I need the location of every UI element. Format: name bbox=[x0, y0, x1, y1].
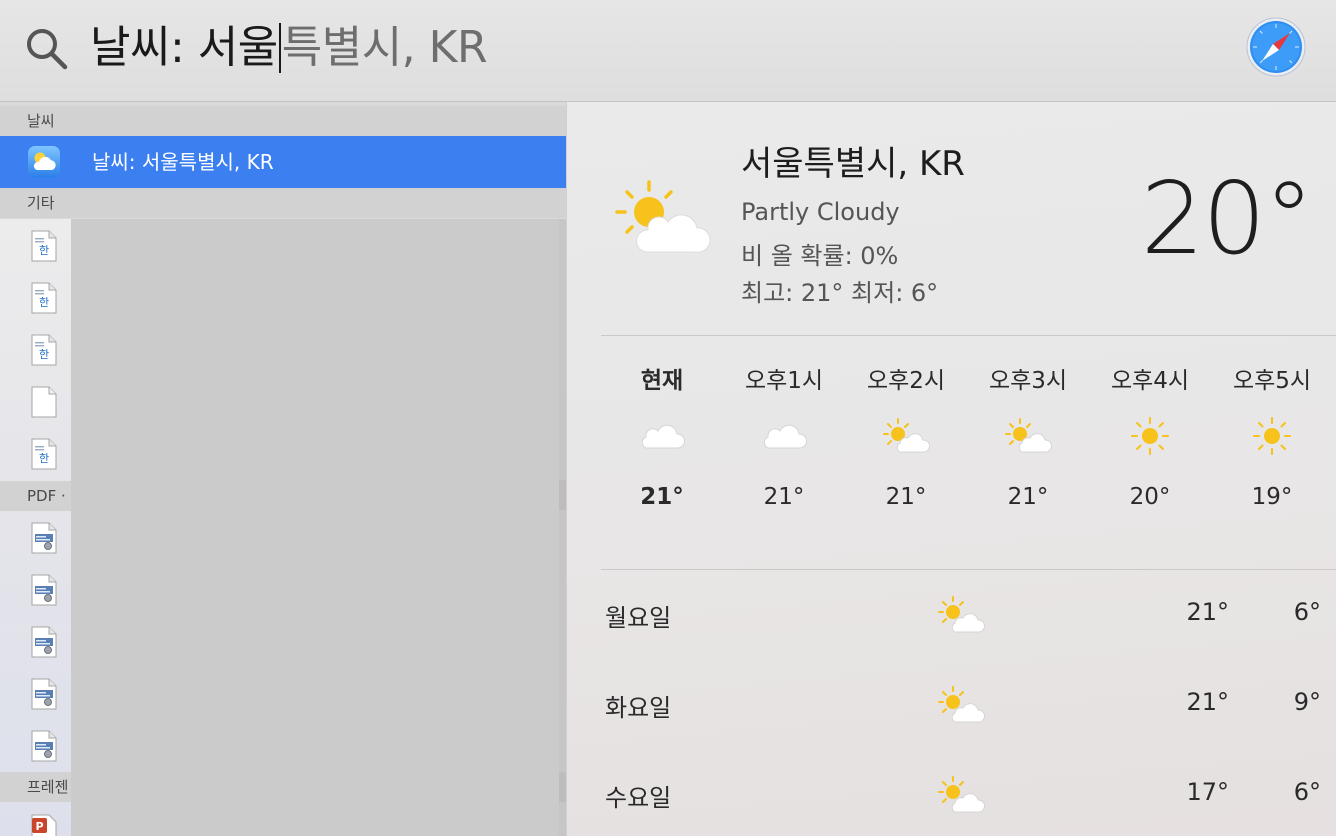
day-low: 6° bbox=[1293, 778, 1321, 806]
results-scrollbar-notch bbox=[559, 480, 566, 510]
day-high: 21° bbox=[1186, 598, 1229, 626]
safari-icon[interactable] bbox=[1246, 17, 1306, 77]
partly-cloudy-icon bbox=[1005, 418, 1052, 453]
pdf-document-icon[interactable] bbox=[31, 730, 57, 762]
weather-app-icon bbox=[28, 146, 60, 178]
hour-label: 오후5시 bbox=[1232, 368, 1312, 394]
partly-cloudy-icon bbox=[938, 776, 985, 813]
hour-temp: 20° bbox=[1129, 484, 1171, 510]
section-header-weather: 날씨 bbox=[0, 106, 566, 136]
partly-cloudy-icon bbox=[615, 180, 711, 253]
svg-text:한: 한 bbox=[39, 348, 49, 361]
day-low: 6° bbox=[1293, 598, 1321, 626]
partly-cloudy-icon bbox=[883, 418, 930, 453]
spotlight-search-bar: 날씨: 서울 특별시, KR bbox=[0, 0, 1336, 102]
section-header-pdf: PDF · bbox=[0, 481, 71, 511]
search-input[interactable]: 날씨: 서울 특별시, KR bbox=[90, 14, 488, 82]
hour-temp: 19° bbox=[1251, 484, 1293, 510]
weather-city: 서울특별시, KR bbox=[741, 144, 965, 184]
divider bbox=[601, 569, 1336, 570]
hour-temp: 21° bbox=[1007, 484, 1049, 510]
section-header-presentation: 프레젠 bbox=[0, 772, 71, 802]
search-typed-text: 날씨: 서울 bbox=[90, 22, 278, 73]
weather-rain-chance: 비 올 확률: 0% bbox=[741, 242, 899, 270]
pdf-document-icon[interactable] bbox=[31, 626, 57, 658]
day-low: 9° bbox=[1293, 688, 1321, 716]
search-icon bbox=[27, 29, 68, 70]
hwp-document-icon[interactable]: 한 bbox=[31, 438, 57, 470]
weather-preview-panel: 서울특별시, KR Partly Cloudy 비 올 확률: 0% 최고: 2… bbox=[566, 102, 1336, 836]
hourly-item: 현재 21° bbox=[601, 364, 723, 514]
svg-text:한: 한 bbox=[39, 244, 49, 257]
results-scrollbar-notch bbox=[559, 772, 566, 802]
weather-condition: Partly Cloudy bbox=[741, 198, 900, 226]
hwp-document-icon[interactable]: 한 bbox=[31, 282, 57, 314]
svg-text:한: 한 bbox=[39, 452, 49, 465]
day-high: 17° bbox=[1186, 778, 1229, 806]
results-list: 날씨 날씨: 서울특별시, KR 기타 한 한 한 한 PDF · 프레젠 P bbox=[0, 102, 566, 836]
svg-text:한: 한 bbox=[39, 296, 49, 309]
hwp-document-icon[interactable]: 한 bbox=[31, 230, 57, 262]
hourly-item: 오후2시 21° bbox=[845, 364, 967, 514]
results-list-blank-area bbox=[71, 219, 559, 836]
partly-cloudy-icon bbox=[938, 686, 985, 723]
weather-high-low: 최고: 21° 최저: 6° bbox=[741, 279, 939, 307]
daily-forecast-row: 월요일 21° 6° bbox=[605, 586, 1325, 646]
current-temperature: 20° bbox=[1140, 160, 1314, 277]
day-label: 월요일 bbox=[605, 604, 672, 632]
hourly-forecast: 현재 21° 오후1시 21° 오후2시 21° 오후3시 21° 오후4시 2… bbox=[601, 364, 1323, 534]
text-caret bbox=[278, 23, 281, 73]
hour-label: 오후2시 bbox=[866, 368, 946, 394]
powerpoint-icon[interactable]: P bbox=[31, 814, 57, 836]
divider bbox=[601, 335, 1336, 336]
result-row-label: 날씨: 서울특별시, KR bbox=[92, 150, 274, 174]
hour-temp: 21° bbox=[885, 484, 927, 510]
day-label: 화요일 bbox=[605, 694, 672, 722]
sunny-icon bbox=[1131, 417, 1169, 455]
sunny-icon bbox=[1253, 417, 1291, 455]
pdf-document-icon[interactable] bbox=[31, 522, 57, 554]
cloudy-icon bbox=[763, 424, 807, 449]
partly-cloudy-icon bbox=[938, 596, 985, 633]
hour-label: 오후1시 bbox=[744, 368, 824, 394]
hourly-item: 오후4시 20° bbox=[1089, 364, 1211, 514]
hour-temp: 21° bbox=[763, 484, 805, 510]
search-autocomplete-text: 특별시, KR bbox=[281, 22, 488, 73]
section-header-other: 기타 bbox=[0, 188, 566, 218]
hourly-item: 오후5시 19° bbox=[1211, 364, 1333, 514]
blank-document-icon[interactable] bbox=[31, 386, 57, 418]
pdf-document-icon[interactable] bbox=[31, 574, 57, 606]
hwp-document-icon[interactable]: 한 bbox=[31, 334, 57, 366]
daily-forecast-row: 화요일 21° 9° bbox=[605, 676, 1325, 736]
svg-text:P: P bbox=[35, 820, 43, 833]
hourly-item: 오후3시 21° bbox=[967, 364, 1089, 514]
hour-label: 오후4시 bbox=[1110, 368, 1190, 394]
hourly-item: 오후1시 21° bbox=[723, 364, 845, 514]
day-high: 21° bbox=[1186, 688, 1229, 716]
daily-forecast-row: 수요일 17° 6° bbox=[605, 766, 1325, 826]
pdf-document-icon[interactable] bbox=[31, 678, 57, 710]
cloudy-icon bbox=[641, 424, 685, 449]
day-label: 수요일 bbox=[605, 784, 672, 812]
result-row-weather-seoul[interactable]: 날씨: 서울특별시, KR bbox=[0, 136, 566, 188]
results-scrollbar[interactable] bbox=[559, 219, 566, 836]
hour-label: 오후3시 bbox=[988, 368, 1068, 394]
hour-label: 현재 bbox=[640, 368, 684, 394]
hour-temp: 21° bbox=[640, 484, 684, 510]
